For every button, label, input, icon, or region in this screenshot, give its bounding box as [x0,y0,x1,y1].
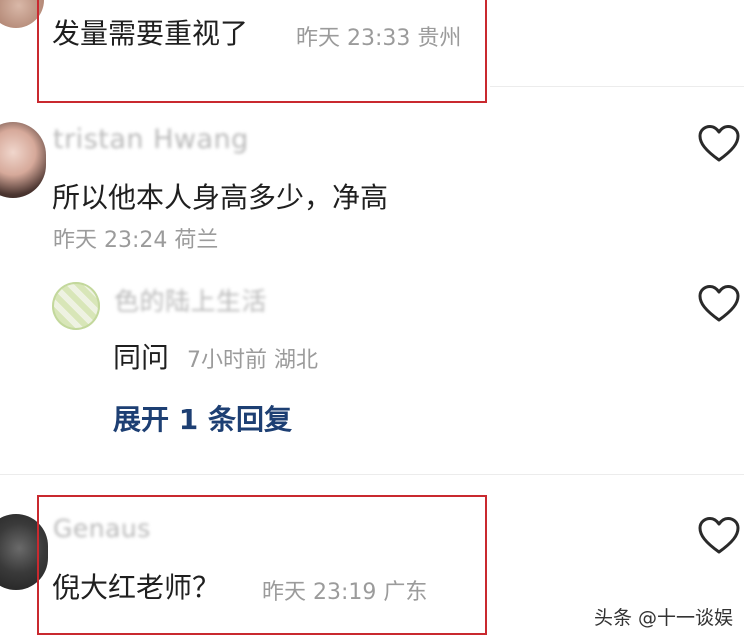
username[interactable]: tristan Hwang [53,124,249,155]
reply-meta: 7小时前 湖北 [187,348,318,373]
like-heart-icon[interactable] [697,284,741,324]
divider [0,474,744,475]
highlight-box [37,495,487,635]
username[interactable]: 色的陆上生活 [114,282,267,318]
comment-meta: 昨天 23:24 荷兰 [53,228,219,253]
like-heart-icon[interactable] [697,124,741,164]
expand-replies-link[interactable]: 展开 1 条回复 [113,398,292,438]
like-heart-icon[interactable] [697,516,741,556]
avatar[interactable] [52,282,100,330]
reply-text: 同问 [113,341,170,374]
avatar[interactable] [0,122,46,198]
watermark: 头条 @十一谈娱 [594,607,734,629]
comment-text: 所以他本人身高多少，净高 [52,181,389,214]
more-icon[interactable] [712,0,736,6]
highlight-box [37,0,487,103]
divider [490,86,744,87]
